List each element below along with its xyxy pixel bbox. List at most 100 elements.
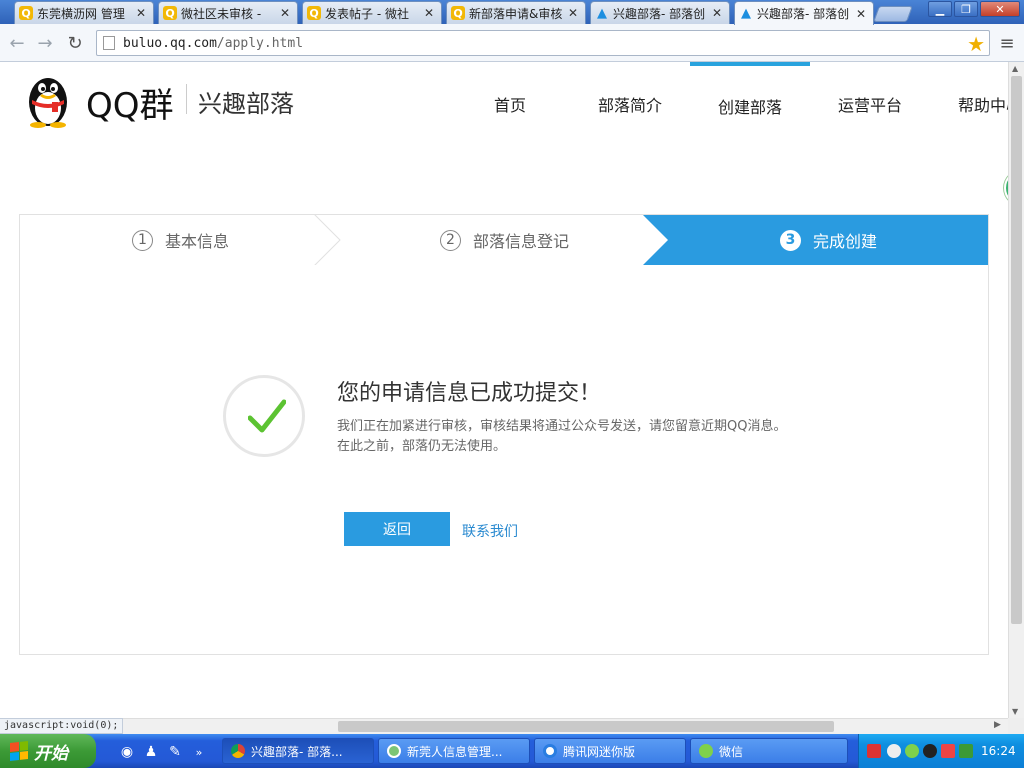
tab-title: 发表帖子 - 微社 <box>325 6 409 21</box>
tab-title: 东莞横沥网 管理 <box>37 6 125 21</box>
maximize-button[interactable]: ❐ <box>954 1 978 17</box>
status-bar-text: javascript:void(0); <box>0 718 124 734</box>
close-icon[interactable]: ✕ <box>711 6 723 20</box>
reload-icon[interactable]: ↻ <box>64 32 86 54</box>
start-button[interactable]: 开始 <box>0 734 96 768</box>
taskbar-item[interactable]: 微信 <box>690 738 848 764</box>
qq-mail-icon: Q <box>451 6 465 20</box>
windows-taskbar: 开始 ◉ ♟ ✎ » 兴趣部落- 部落... 新莞人信息管理... 腾讯网迷你版… <box>0 734 1024 768</box>
step-basic-info: 1 基本信息 <box>132 215 229 265</box>
browser-tab[interactable]: Q 发表帖子 - 微社 ✕ <box>302 1 442 24</box>
chrome-icon <box>231 744 245 758</box>
close-icon[interactable]: ✕ <box>423 6 435 20</box>
address-bar[interactable]: buluo.qq.com/apply.html ★ <box>96 30 990 56</box>
brand-title: QQ群 <box>86 86 174 126</box>
tray-security-icon[interactable] <box>941 744 955 758</box>
clock: 16:24 <box>981 744 1016 758</box>
success-check-icon <box>223 375 305 457</box>
tab-title: 新部落申请&审核 <box>469 6 563 21</box>
browser-tab-strip: Q 东莞横沥网 管理 ✕ Q 微社区未审核 - ✕ Q 发表帖子 - 微社 ✕ … <box>0 0 1024 25</box>
nav-item-operations[interactable]: 运营平台 <box>810 62 930 146</box>
tab-title: 兴趣部落- 部落创 <box>757 7 850 21</box>
qq-mail-icon: Q <box>19 6 33 20</box>
browser-quicklaunch-icon[interactable]: ◉ <box>118 743 136 761</box>
bookmark-star-icon[interactable]: ★ <box>967 32 985 56</box>
menu-icon[interactable]: ≡ <box>998 33 1016 54</box>
scroll-thumb[interactable] <box>1011 76 1022 624</box>
wechat-icon <box>699 744 713 758</box>
qq-quicklaunch-icon[interactable]: ♟ <box>142 743 160 761</box>
site-header: QQ群 兴趣部落 首页 部落简介 创建部落 运营平台 帮助中心 <box>0 62 1008 152</box>
back-button[interactable]: 返回 <box>344 512 450 546</box>
success-title: 您的申请信息已成功提交！ <box>337 381 602 406</box>
url-host: buluo.qq.com <box>123 36 217 51</box>
close-icon[interactable]: ✕ <box>567 6 579 20</box>
close-icon[interactable]: ✕ <box>135 6 147 20</box>
taskbar-item[interactable]: 新莞人信息管理... <box>378 738 530 764</box>
tribe-icon: ▲ <box>741 6 751 21</box>
tencent-news-icon <box>543 744 557 758</box>
tool-quicklaunch-icon[interactable]: ✎ <box>166 743 184 761</box>
tribe-icon: ▲ <box>597 5 607 21</box>
step-separator <box>314 215 341 265</box>
brand-divider <box>186 84 187 114</box>
taskbar-item-label: 新莞人信息管理... <box>407 744 503 759</box>
result-panel: 您的申请信息已成功提交！ 我们正在加紧进行审核，审核结果将通过公众号发送，请您留… <box>19 265 989 655</box>
step-number: 1 <box>132 229 153 251</box>
back-arrow-icon[interactable]: ← <box>6 32 28 54</box>
nav-item-help[interactable]: 帮助中心 <box>930 62 1008 146</box>
tray-app-icon[interactable] <box>867 744 881 758</box>
browser-tab[interactable]: Q 东莞横沥网 管理 ✕ <box>14 1 154 24</box>
step-tribe-registration: 2 部落信息登记 <box>440 215 569 265</box>
vertical-scrollbar[interactable]: ▲ ▼ <box>1008 62 1024 718</box>
step-number: 3 <box>780 229 801 251</box>
tab-title: 微社区未审核 - <box>181 6 262 21</box>
url-text[interactable]: buluo.qq.com/apply.html <box>123 36 303 51</box>
close-icon[interactable]: ✕ <box>279 6 291 20</box>
system-tray: 16:24 <box>858 734 1024 768</box>
scrollbar-corner <box>1008 718 1024 734</box>
step-label: 完成创建 <box>813 232 878 251</box>
taskbar-item-label: 腾讯网迷你版 <box>563 744 636 759</box>
new-tab-button[interactable] <box>873 6 913 22</box>
scroll-thumb[interactable] <box>338 721 834 732</box>
forward-arrow-icon[interactable]: → <box>34 32 56 54</box>
window-close-button[interactable]: ✕ <box>980 1 1020 17</box>
tab-title: 兴趣部落- 部落创 <box>613 6 706 21</box>
chevron-right-icon[interactable]: » <box>190 743 208 761</box>
tray-shield-icon[interactable] <box>959 744 973 758</box>
step-label: 部落信息登记 <box>473 232 570 251</box>
scroll-up-icon[interactable]: ▲ <box>1012 64 1018 73</box>
tray-qq-icon[interactable] <box>923 744 937 758</box>
brand-subtitle: 兴趣部落 <box>198 90 294 118</box>
horizontal-scrollbar[interactable]: ▶ <box>0 718 1008 734</box>
url-path: /apply.html <box>216 36 304 51</box>
contact-us-link[interactable]: 联系我们 <box>462 521 518 541</box>
close-icon[interactable]: ✕ <box>855 7 867 21</box>
qq-mail-icon: Q <box>307 6 321 20</box>
scroll-right-icon[interactable]: ▶ <box>994 720 1001 730</box>
browser-tab[interactable]: Q 微社区未审核 - ✕ <box>158 1 298 24</box>
nav-item-create[interactable]: 创建部落 <box>690 62 810 146</box>
browser-tab-active[interactable]: ▲ 兴趣部落- 部落创 ✕ <box>734 1 874 25</box>
scroll-down-icon[interactable]: ▼ <box>1012 707 1018 716</box>
tray-wechat-icon[interactable] <box>905 744 919 758</box>
step-label: 基本信息 <box>165 232 230 251</box>
taskbar-item-label: 兴趣部落- 部落... <box>251 744 343 759</box>
nav-item-home[interactable]: 首页 <box>450 62 570 146</box>
taskbar-item-label: 微信 <box>719 744 744 759</box>
minimize-button[interactable]: ▁ <box>928 1 952 17</box>
browser-tab[interactable]: Q 新部落申请&审核 ✕ <box>446 1 586 24</box>
ie-icon <box>387 744 401 758</box>
tray-arrow-icon[interactable] <box>887 744 901 758</box>
qq-penguin-logo-icon[interactable] <box>24 72 72 128</box>
browser-tab[interactable]: ▲ 兴趣部落- 部落创 ✕ <box>590 1 730 24</box>
nav-item-intro[interactable]: 部落简介 <box>570 62 690 146</box>
browser-toolbar: ← → ↻ buluo.qq.com/apply.html ★ ≡ <box>0 24 1024 62</box>
check-mark-icon <box>248 399 286 433</box>
step-complete: 3 完成创建 <box>780 215 877 265</box>
taskbar-item[interactable]: 腾讯网迷你版 <box>534 738 686 764</box>
success-desc-line: 我们正在加紧进行审核，审核结果将通过公众号发送，请您留意近期QQ消息。 <box>337 419 787 434</box>
taskbar-item[interactable]: 兴趣部落- 部落... <box>222 738 374 764</box>
start-label: 开始 <box>34 743 68 764</box>
